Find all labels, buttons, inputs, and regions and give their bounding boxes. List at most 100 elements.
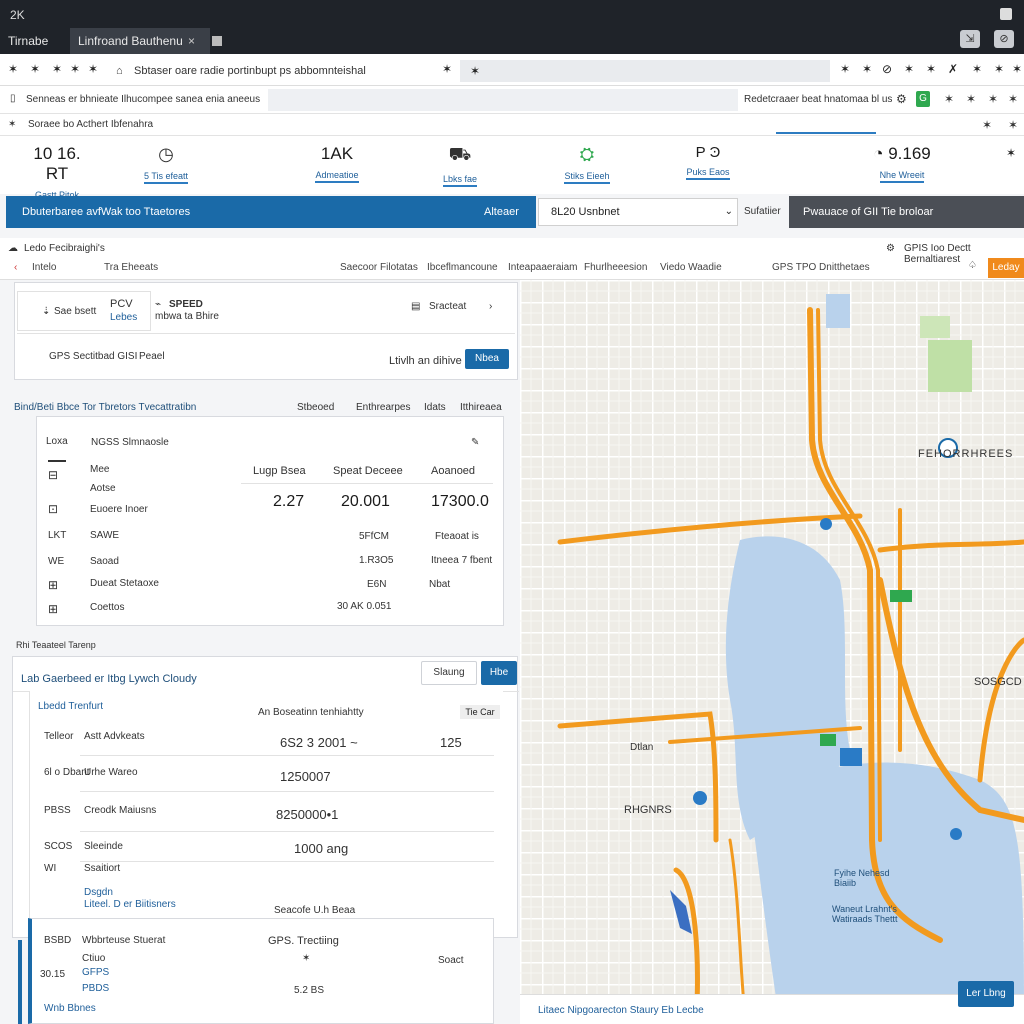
nav-item-4[interactable]: Ibceflmancoune (427, 262, 498, 273)
stat-3[interactable]: 1AK Admeatioe (304, 144, 370, 183)
stats-menu-icon[interactable]: ✶ (1006, 146, 1016, 160)
bookmark-icon[interactable]: ✶ (470, 64, 480, 78)
ext-icon-7[interactable]: ✶ (972, 62, 982, 76)
star-icon[interactable]: ✶ (88, 62, 98, 76)
section-col-3[interactable]: Idats (424, 402, 446, 413)
nav-item-8[interactable]: GPS TPO Dnitthetaes (772, 262, 870, 273)
section-col-2[interactable]: Enthrearpes (356, 402, 410, 413)
secondary-toolbar: ✶ Soraee bo Acthert Ibfenahra ✶ ✶ (0, 114, 1024, 136)
nav-item-7[interactable]: Viedo Waadie (660, 262, 722, 273)
row1-extra: 125 (440, 735, 462, 750)
ext-icon-4[interactable]: ✶ (904, 62, 914, 76)
back-icon[interactable]: ✶ (8, 62, 18, 76)
star-icon-3[interactable]: ✶ (966, 92, 976, 106)
bookmarks-text[interactable]: Senneas er bhnieate Ilhucompee sanea eni… (26, 94, 260, 105)
ext-icon-2[interactable]: ✶ (862, 62, 872, 76)
close-icon[interactable]: ✶ (442, 62, 452, 76)
stat-6[interactable]: P Ͽ Puks Eaos (680, 144, 736, 180)
nav-item-2[interactable]: Tra Eheeats (104, 262, 158, 273)
nav-item-6[interactable]: Fhurlheeesion (584, 262, 647, 273)
value-3: 17300.0 (431, 493, 489, 510)
section-col-1[interactable]: Stbeoed (297, 402, 334, 413)
ext-icon-5[interactable]: ✶ (926, 62, 936, 76)
stat-4[interactable]: ⛟ Lbks fae (432, 144, 488, 187)
card2-subtitle[interactable]: Lbedd Trenfurt (38, 701, 103, 712)
card2-corner[interactable]: Tie Car (460, 705, 500, 719)
nav-back-icon[interactable]: ‹ (14, 262, 17, 273)
ext-icon-8[interactable]: ✶ (994, 62, 1004, 76)
page-icon: ▯ (10, 93, 16, 104)
reload-icon[interactable]: ✶ (52, 62, 62, 76)
unit-select[interactable]: 8L20 Usnbnet ⌄ (538, 198, 738, 226)
card2-blue-button[interactable]: Hbe (481, 661, 517, 685)
ext-icon-3[interactable]: ⊘ (882, 62, 892, 76)
star-icon-2[interactable]: ✶ (944, 92, 954, 106)
map-canvas[interactable] (520, 280, 1024, 1024)
stat-2[interactable]: ◷ 5 Tis efeatt (136, 144, 196, 184)
ext-green-icon[interactable]: G (916, 91, 930, 107)
share-icon[interactable]: ⚙ (886, 243, 895, 254)
home-icon[interactable]: ✶ (70, 62, 80, 76)
toolbar-right-text[interactable]: Redetcraaer beat hnatomaa bl us (744, 94, 892, 105)
tab-1[interactable]: Tirnabe onch (0, 28, 70, 74)
map-footer-text[interactable]: Litaec Nipgoarecton Staury Eb Lecbe (538, 1005, 704, 1016)
minimize-icon[interactable]: ⇲ (960, 30, 980, 48)
park-1 (928, 340, 972, 392)
pcv-top: PCV (110, 298, 133, 310)
star-icon-4[interactable]: ✶ (988, 92, 998, 106)
bottom-row2-code: 30.15 (40, 969, 66, 980)
speed-title: SPEED (169, 299, 203, 310)
table-edit-icon[interactable]: ✎ (471, 437, 479, 448)
star-icon-7[interactable]: ✶ (1008, 118, 1018, 132)
star-icon-6[interactable]: ✶ (982, 118, 992, 132)
marker-5 (890, 590, 912, 602)
address-bar[interactable]: ⌂ Sbtaser oare radie portinbupt ps abbom… (108, 60, 460, 82)
expand-icon[interactable]: › (489, 301, 492, 312)
ext-icon-1[interactable]: ✶ (840, 62, 850, 76)
pcv-block[interactable]: ⇣ Sae bsett PCV Lebes (17, 291, 151, 331)
map-button[interactable]: Ler Lbng (958, 981, 1014, 1007)
nav-item-5[interactable]: Inteapaaeraiam (508, 262, 578, 273)
forward-icon[interactable]: ✶ (30, 62, 40, 76)
breadcrumb[interactable]: Soraee bo Acthert Ibfenahra (28, 119, 153, 130)
action-bar[interactable]: Dbuterbaree avfWak too Ttaetores Alteaer (6, 196, 536, 228)
nav-item-3[interactable]: Saecoor Filotatas (340, 262, 418, 273)
orange-button[interactable]: Leday (988, 258, 1024, 278)
stat-7-label: Nhe Wreeit (879, 170, 925, 183)
close-window-icon[interactable]: ⊘ (994, 30, 1014, 48)
bottom-footer-link[interactable]: Wnb Bbnes (44, 1003, 96, 1014)
back-icon-2[interactable]: ✶ (8, 119, 16, 130)
nav-item-1[interactable]: Intelo (32, 262, 56, 273)
ext-icon-6[interactable]: ✗ (948, 62, 958, 76)
stat-5[interactable]: ⛭ Stiks Eieeh (560, 144, 614, 184)
menu-icon[interactable]: ✶ (1012, 62, 1022, 76)
section-col-4[interactable]: Itthireaea (460, 402, 502, 413)
address-extension[interactable]: ✶ (460, 60, 830, 82)
map-label-4: Fyihe Nehesd Biaiib (834, 868, 890, 888)
card2-link-1[interactable]: Dsgdn (84, 887, 113, 898)
cloud-icon: ☁ (8, 243, 18, 254)
marker-3 (693, 791, 707, 805)
settings-icon[interactable]: ⚙ (896, 92, 907, 106)
search-input[interactable] (268, 89, 738, 111)
action-bar-button[interactable]: Alteaer (484, 196, 519, 228)
bell-icon[interactable]: ♤ (968, 260, 977, 271)
bottom-star-icon: ✶ (302, 953, 311, 964)
new-tab-icon[interactable] (212, 36, 222, 46)
card2-white-button[interactable]: Slaung (421, 661, 477, 685)
gps-label: GPS Sectitbad GISI (49, 351, 138, 362)
card1-action-button[interactable]: Nbea (465, 349, 509, 369)
water-lake (826, 294, 850, 328)
stat-7[interactable]: ◔ 9.169 Nhe Wreeit (864, 144, 940, 183)
card2-link-2[interactable]: Liteel. D er Biitisners (84, 899, 176, 910)
window-menu-icon[interactable] (1000, 8, 1012, 20)
card1-right-label: Sracteat (429, 301, 467, 312)
star-icon-5[interactable]: ✶ (1008, 92, 1018, 106)
stat-1[interactable]: 10 16. RT Gastt Pitok (20, 144, 94, 203)
marker-2 (820, 518, 832, 530)
map-view[interactable]: FEHORRHREES SOSGCD RHGNRS Fyihe Nehesd B… (520, 280, 1024, 1024)
dark-action-button[interactable]: Pwauace of GII Tie broloar (789, 196, 1024, 228)
divider (17, 333, 515, 334)
sub-value-1a: 5FfCM (359, 531, 389, 542)
tab-close-icon[interactable]: × (188, 34, 195, 48)
